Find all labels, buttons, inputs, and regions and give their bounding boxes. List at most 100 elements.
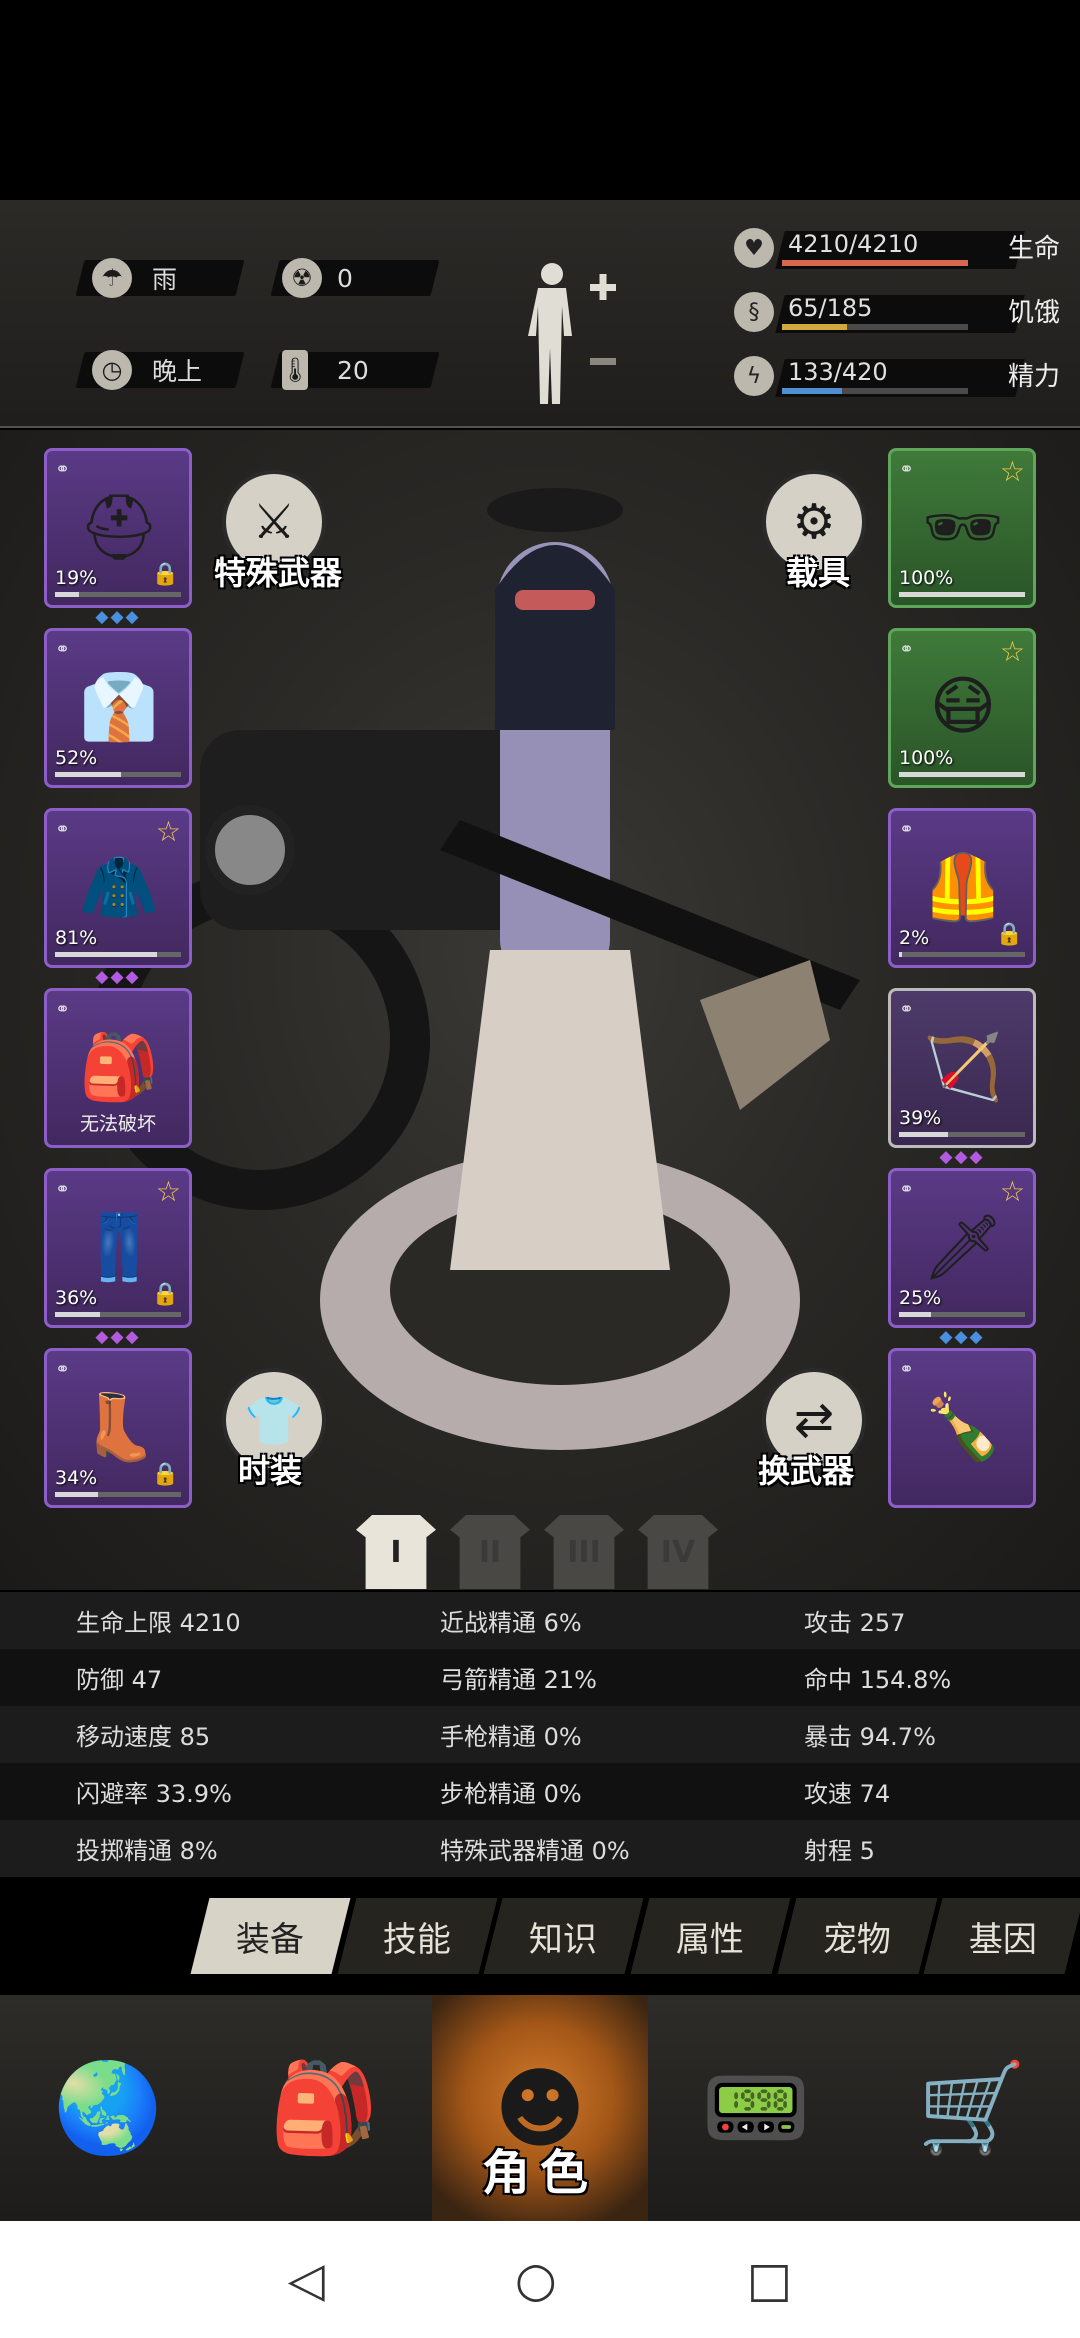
tab-genes[interactable]: 基因	[923, 1898, 1080, 1974]
backpack-slot[interactable]: ⚭ 🎒 无法破坏	[44, 988, 192, 1148]
boots-slot[interactable]: ⚭ 👢 34% 🔒	[44, 1348, 192, 1508]
hunger-bar	[782, 324, 848, 330]
link-icon: ⚭	[899, 1359, 915, 1380]
table-row: 生命上限 4210 近战精通 6% 攻击 257	[0, 1592, 1080, 1649]
swap-icon: ⇄	[793, 1392, 835, 1448]
molotov-slot[interactable]: ⚭ 🍾	[888, 1348, 1036, 1508]
temperature-value: 20	[337, 355, 369, 385]
health-label: 生命	[1007, 234, 1060, 264]
link-icon: ⚭	[55, 639, 71, 660]
cart-icon: 🛒	[917, 2056, 1027, 2159]
durability-percent: 100%	[899, 567, 954, 589]
durability-percent: 36%	[55, 1287, 98, 1309]
home-icon[interactable]: ○	[515, 2252, 557, 2308]
gem-sockets: ◆◆◆	[95, 607, 141, 627]
outfit-tab-4[interactable]: IV	[638, 1515, 718, 1589]
jacket-slot[interactable]: ⚭ 🧥 ☆ 81% ◆◆◆	[44, 808, 192, 987]
stat-move-speed: 移动速度 85	[76, 1723, 211, 1751]
outfit-tab-2[interactable]: II	[450, 1515, 530, 1589]
crossbow-icon: 🏹	[923, 1030, 1003, 1105]
weather-label: 雨	[152, 265, 178, 294]
durability-bar	[55, 1312, 181, 1317]
special-weapon-icon: ⚔	[252, 494, 296, 550]
lock-icon: 🔒	[151, 562, 179, 587]
tab-attributes[interactable]: 属性	[630, 1898, 791, 1974]
durability-bar-fill	[55, 1492, 98, 1497]
stat-attack: 攻击 257	[804, 1609, 906, 1637]
swap-weapon-label: 换武器	[758, 1452, 855, 1490]
durability-bar	[55, 592, 181, 597]
nav-backpack[interactable]: 🎒	[216, 1995, 432, 2221]
nav-character[interactable]: ☻ 角色	[432, 1995, 648, 2221]
outfit-tab-1[interactable]: I	[356, 1515, 436, 1589]
star-icon: ☆	[155, 1175, 181, 1208]
radio-icon: 📟	[701, 2056, 811, 2159]
link-icon: ⚭	[55, 1359, 71, 1380]
nav-shop[interactable]: 🛒	[864, 1995, 1080, 2221]
radiation-icon: ☢	[282, 258, 322, 298]
stat-pistol-mastery: 手枪精通 0%	[440, 1723, 582, 1751]
stat-accuracy: 命中 154.8%	[804, 1666, 952, 1694]
jacket-icon: 🧥	[79, 850, 159, 925]
helmet-slot[interactable]: ⚭ ⛑ 19% 🔒 ◆◆◆	[44, 448, 192, 627]
durability-bar-fill	[55, 772, 121, 777]
shirt-slot[interactable]: ⚭ 👔 52%	[44, 628, 192, 788]
stat-rifle-mastery: 步枪精通 0%	[440, 1780, 582, 1808]
tab-pets[interactable]: 宠物	[777, 1898, 937, 1974]
star-icon: ☆	[999, 1175, 1025, 1208]
gem-sockets: ◆◆◆	[95, 1327, 141, 1347]
gem-sockets: ◆◆◆	[939, 1327, 985, 1347]
link-icon: ⚭	[899, 1179, 915, 1200]
lock-icon: 🔒	[995, 922, 1023, 947]
stat-attack-speed: 攻速 74	[804, 1780, 891, 1808]
durability-bar-fill	[55, 952, 158, 957]
outfit-tab-3[interactable]: III	[544, 1515, 624, 1589]
table-row: 移动速度 85 手枪精通 0% 暴击 94.7%	[0, 1706, 1080, 1763]
vehicle-label: 载具	[786, 554, 851, 592]
crossbow-slot[interactable]: ⚭ 🏹 39% ◆◆◆	[888, 988, 1036, 1167]
tshirt-icon: 👕	[244, 1392, 304, 1449]
nav-character-label: 角色	[481, 2145, 598, 2201]
durability-bar	[55, 952, 181, 957]
durability-percent: 100%	[899, 747, 954, 769]
stat-defense: 防御 47	[76, 1666, 163, 1694]
nav-world-map[interactable]: 🌏	[0, 1995, 216, 2221]
motorcycle-icon: ⚙	[792, 494, 836, 550]
durability-percent: 19%	[55, 567, 98, 589]
stat-special-weapon-mastery: 特殊武器精通 0%	[440, 1837, 630, 1865]
tab-equipment[interactable]: 装备	[190, 1898, 351, 1974]
tab-knowledge[interactable]: 知识	[483, 1898, 644, 1974]
durability-bar	[899, 952, 1025, 957]
radiation-value: 0	[337, 263, 353, 293]
shirt-icon: 👔	[79, 670, 159, 745]
vest-slot[interactable]: ⚭ 🦺 2% 🔒	[888, 808, 1036, 968]
hunger-label: 饥饿	[1007, 298, 1060, 328]
pants-slot[interactable]: ⚭ 👖 ☆ 36% 🔒 ◆◆◆	[44, 1168, 192, 1347]
link-icon: ⚭	[55, 819, 71, 840]
nav-radio[interactable]: 📟	[648, 1995, 864, 2221]
attributes-table: 生命上限 4210 近战精通 6% 攻击 257 防御 47 弓箭精通 21% …	[0, 1592, 1080, 1877]
back-icon[interactable]: ◁	[288, 2252, 325, 2308]
stat-melee-mastery: 近战精通 6%	[440, 1609, 582, 1637]
stomach-icon: §	[734, 292, 774, 332]
health-value: 4210/4210	[788, 230, 919, 258]
table-row: 投掷精通 8% 特殊武器精通 0% 射程 5	[0, 1820, 1080, 1877]
durability-bar	[899, 1132, 1025, 1137]
backpack-icon: 🎒	[79, 1030, 159, 1105]
stat-bow-mastery: 弓箭精通 21%	[440, 1666, 597, 1694]
durability-bar-fill	[899, 772, 1025, 777]
durability-percent: 39%	[899, 1107, 942, 1129]
tab-skills[interactable]: 技能	[337, 1898, 497, 1974]
link-icon: ⚭	[55, 1179, 71, 1200]
star-icon: ☆	[999, 455, 1025, 488]
mask-slot[interactable]: ⚭ 😷 ☆ 100%	[888, 628, 1036, 788]
health-stat: ♥ 4210/4210 生命	[720, 226, 1060, 282]
hunger-value: 65/185	[788, 294, 873, 322]
goggles-slot[interactable]: ⚭ 🕶 ☆ 100%	[888, 448, 1036, 608]
character-scene: ⚭ ⛑ 19% 🔒 ◆◆◆ ⚭ 👔 52% ⚭ 🧥 ☆ 81% ◆◆◆ ⚭ 🎒 无法破坏 ⚭ 👖 ☆ 36% 🔒…	[0, 430, 1080, 1590]
system-navigation-bar: ◁ ○ □	[0, 2221, 1080, 2338]
recents-icon[interactable]: □	[747, 2252, 792, 2308]
body-status-button[interactable]	[524, 258, 624, 408]
spear-slot[interactable]: ⚭ 🗡 ☆ 25% ◆◆◆	[888, 1168, 1036, 1347]
stat-crit: 暴击 94.7%	[804, 1723, 936, 1751]
